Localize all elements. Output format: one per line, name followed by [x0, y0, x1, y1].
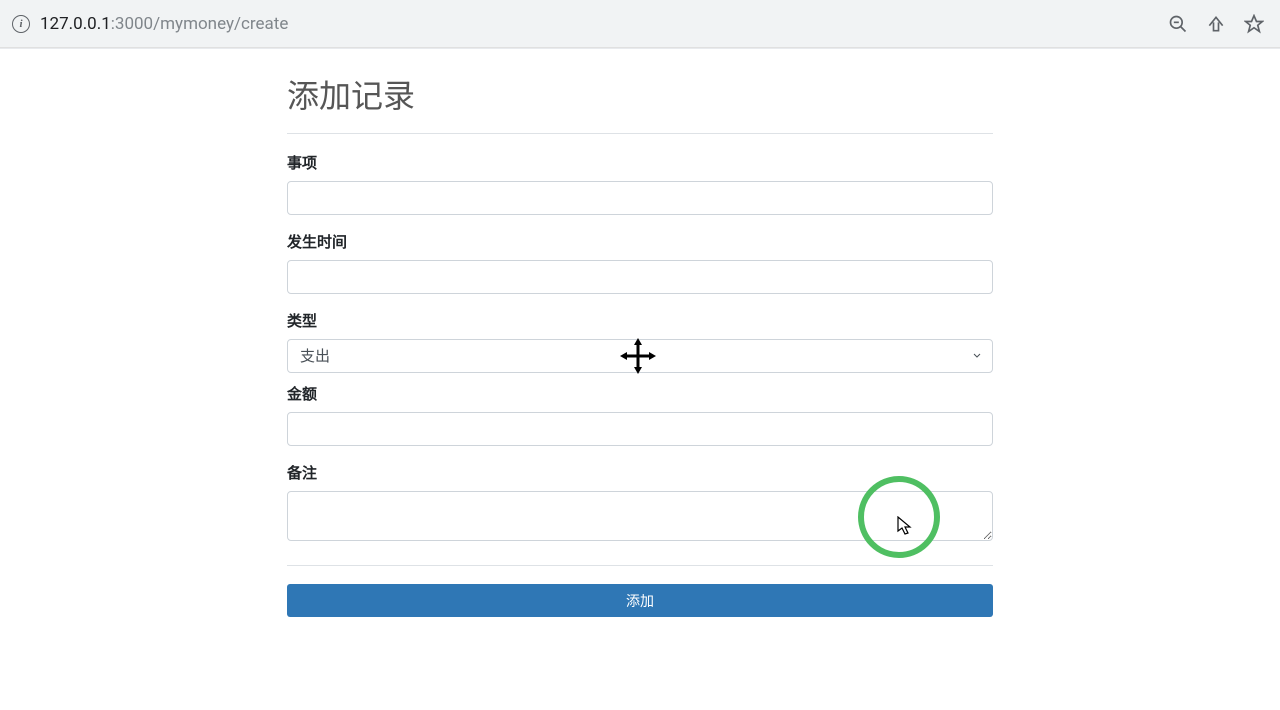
form-group-amount: 金额	[287, 383, 993, 446]
browser-toolbar-icons	[1168, 14, 1268, 34]
share-icon[interactable]	[1206, 14, 1226, 34]
url-path: :3000/mymoney/create	[111, 14, 289, 34]
note-label: 备注	[287, 462, 993, 483]
time-label: 发生时间	[287, 231, 993, 252]
type-select[interactable]: 支出	[287, 339, 993, 373]
amount-input[interactable]	[287, 412, 993, 446]
note-textarea[interactable]	[287, 491, 993, 541]
url-display[interactable]: 127.0.0.1:3000/mymoney/create	[40, 14, 1158, 34]
form-group-time: 发生时间	[287, 231, 993, 294]
browser-address-bar: i 127.0.0.1:3000/mymoney/create	[0, 0, 1280, 48]
bookmark-star-icon[interactable]	[1244, 14, 1264, 34]
site-info-icon[interactable]: i	[12, 15, 30, 33]
item-label: 事项	[287, 152, 993, 173]
amount-label: 金额	[287, 383, 993, 404]
submit-section: 添加	[287, 565, 993, 617]
form-group-item: 事项	[287, 152, 993, 215]
time-input[interactable]	[287, 260, 993, 294]
type-label: 类型	[287, 310, 993, 331]
zoom-icon[interactable]	[1168, 14, 1188, 34]
url-host: 127.0.0.1	[40, 14, 111, 34]
page-title: 添加记录	[287, 71, 993, 134]
submit-button[interactable]: 添加	[287, 584, 993, 617]
item-input[interactable]	[287, 181, 993, 215]
page-content: 添加记录 事项 发生时间 类型 支出 金额	[0, 48, 1280, 617]
form-container: 添加记录 事项 发生时间 类型 支出 金额	[287, 49, 993, 617]
type-select-wrap: 支出	[287, 339, 993, 373]
form-group-note: 备注	[287, 462, 993, 545]
form-group-type: 类型 支出	[287, 310, 993, 373]
